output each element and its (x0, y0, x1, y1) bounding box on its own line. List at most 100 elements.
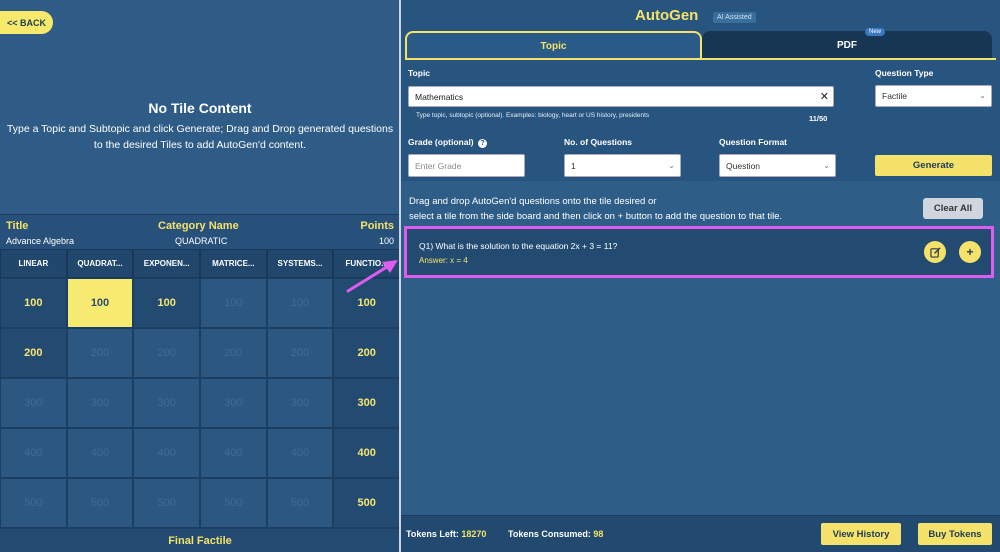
drag-drop-line-1: Drag and drop AutoGen'd questions onto t… (409, 196, 657, 207)
column-header[interactable]: EXPONEN... (133, 249, 200, 278)
tile-empty[interactable]: 500 (0, 478, 67, 528)
chevron-down-icon: ⌄ (979, 91, 986, 101)
game-board-panel: << BACK No Tile Content Type a Topic and… (0, 0, 400, 552)
topic-label: Topic (408, 68, 431, 78)
back-button[interactable]: << BACK (0, 11, 53, 34)
category-name-label: Category Name (158, 220, 239, 232)
tile-empty[interactable]: 300 (133, 378, 200, 428)
tile[interactable]: 200 (333, 328, 400, 378)
num-questions-select[interactable]: 1 ⌄ (564, 154, 681, 177)
tile-empty[interactable]: 500 (199, 478, 267, 528)
tab-underline (405, 58, 996, 60)
num-questions-label: No. of Questions (564, 137, 632, 147)
points-value: 100 (378, 236, 394, 246)
tokens-consumed: Tokens Consumed: 98 (508, 529, 603, 539)
no-tile-description: Type a Topic and Subtopic and click Gene… (0, 121, 400, 153)
tile-empty[interactable]: 100 (266, 278, 334, 328)
question-format-value: Question (726, 160, 761, 171)
column-header[interactable]: SYSTEMS... (266, 249, 334, 278)
add-to-tile-icon[interactable]: + (959, 241, 981, 263)
tokens-left-value: 18270 (461, 529, 487, 539)
column-header[interactable]: LINEAR (0, 249, 67, 278)
tile-empty[interactable]: 300 (199, 378, 267, 428)
tile-empty[interactable]: 400 (266, 428, 334, 478)
tile[interactable]: 100 (133, 278, 200, 328)
tab-topic[interactable]: Topic (405, 31, 702, 59)
generate-button[interactable]: Generate (875, 155, 992, 176)
new-badge: New (865, 28, 886, 36)
tile[interactable]: 500 (333, 478, 400, 528)
help-icon[interactable]: ? (478, 139, 488, 148)
clear-all-button[interactable]: Clear All (923, 198, 983, 219)
topic-hint: Type topic, subtopic (optional). Example… (416, 112, 650, 119)
topic-char-count: 11/50 (809, 114, 828, 123)
tile-empty[interactable]: 200 (199, 328, 267, 378)
view-history-button[interactable]: View History (821, 523, 901, 545)
title-value: Advance Algebra (6, 236, 75, 246)
tile-empty[interactable]: 500 (66, 478, 134, 528)
chevron-down-icon: ⌄ (823, 160, 830, 170)
ai-assisted-badge: AI Assisted (713, 12, 756, 23)
tile[interactable]: 100 (0, 278, 67, 328)
tile-empty[interactable]: 200 (266, 328, 334, 378)
tile-empty[interactable]: 500 (133, 478, 200, 528)
tokens-left: Tokens Left: 18270 (406, 529, 486, 539)
token-footer: Tokens Left: 18270 Tokens Consumed: 98 V… (401, 515, 1000, 552)
question-type-select[interactable]: Factile ⌄ (875, 85, 992, 107)
topic-input-value: Mathematics (415, 91, 464, 102)
tile[interactable]: 300 (333, 378, 400, 428)
tile-info-bar: Title Category Name Points Advance Algeb… (0, 214, 400, 249)
drag-drop-instructions: Drag and drop AutoGen'd questions onto t… (409, 194, 782, 224)
points-label: Points (360, 220, 394, 232)
grade-label-text: Grade (optional) (408, 137, 474, 147)
tokens-consumed-label: Tokens Consumed: (508, 529, 591, 539)
clear-topic-icon[interactable]: ✕ (820, 90, 829, 103)
tile-selected[interactable]: 100 (66, 278, 134, 328)
buy-tokens-button[interactable]: Buy Tokens (918, 523, 992, 545)
tile-empty[interactable]: 400 (199, 428, 267, 478)
app-title: AutoGen (635, 7, 699, 24)
tile-empty[interactable]: 500 (266, 478, 334, 528)
no-tile-title: No Tile Content (148, 100, 252, 116)
category-value: QUADRATIC (175, 236, 228, 246)
topic-input[interactable]: Mathematics ✕ (408, 86, 834, 107)
tile[interactable]: 400 (333, 428, 400, 478)
tile-empty[interactable]: 400 (0, 428, 67, 478)
column-header[interactable]: QUADRAT... (66, 249, 134, 278)
tile-empty[interactable]: 300 (266, 378, 334, 428)
tile[interactable]: 200 (0, 328, 67, 378)
grade-label: Grade (optional) ? (408, 137, 488, 148)
column-header[interactable]: MATRICE... (199, 249, 267, 278)
tab-pdf[interactable]: PDF (702, 31, 992, 59)
autogen-panel: AutoGen AI Assisted Topic PDF New Topic … (401, 0, 1000, 552)
tile-empty[interactable]: 200 (66, 328, 134, 378)
answer-text: Answer: x = 4 (419, 256, 468, 265)
generated-question-card[interactable]: Q1) What is the solution to the equation… (404, 226, 994, 278)
edit-icon[interactable] (924, 241, 946, 263)
pointer-arrow-icon (346, 260, 398, 293)
question-format-select[interactable]: Question ⌄ (719, 154, 836, 177)
tile-empty[interactable]: 400 (133, 428, 200, 478)
question-type-value: Factile (882, 91, 908, 101)
grade-input[interactable]: Enter Grade (408, 154, 525, 177)
question-type-label: Question Type (875, 68, 934, 78)
tile-empty[interactable]: 300 (0, 378, 67, 428)
tokens-left-label: Tokens Left: (406, 529, 459, 539)
tile-empty[interactable]: 300 (66, 378, 134, 428)
edit-glyph (929, 246, 941, 258)
tokens-consumed-value: 98 (593, 529, 604, 539)
autogen-form: AutoGen AI Assisted Topic PDF New Topic … (401, 0, 1000, 181)
question-format-label: Question Format (719, 137, 788, 147)
chevron-down-icon: ⌄ (668, 160, 675, 170)
tile-empty[interactable]: 200 (133, 328, 200, 378)
no-tile-description-line-1: Type a Topic and Subtopic and click Gene… (6, 123, 394, 135)
tile-empty[interactable]: 400 (66, 428, 134, 478)
question-text: Q1) What is the solution to the equation… (419, 241, 618, 251)
num-questions-value: 1 (571, 160, 576, 171)
title-label: Title (6, 220, 29, 232)
drag-drop-line-2: select a tile from the side board and th… (409, 211, 783, 222)
final-factile-bar[interactable]: Final Factile (0, 528, 400, 552)
no-tile-description-line-2: to the desired Tiles to add AutoGen'd co… (93, 139, 307, 151)
tile-empty[interactable]: 100 (199, 278, 267, 328)
tile-board: LINEAR QUADRAT... EXPONEN... MATRICE... … (0, 249, 400, 528)
